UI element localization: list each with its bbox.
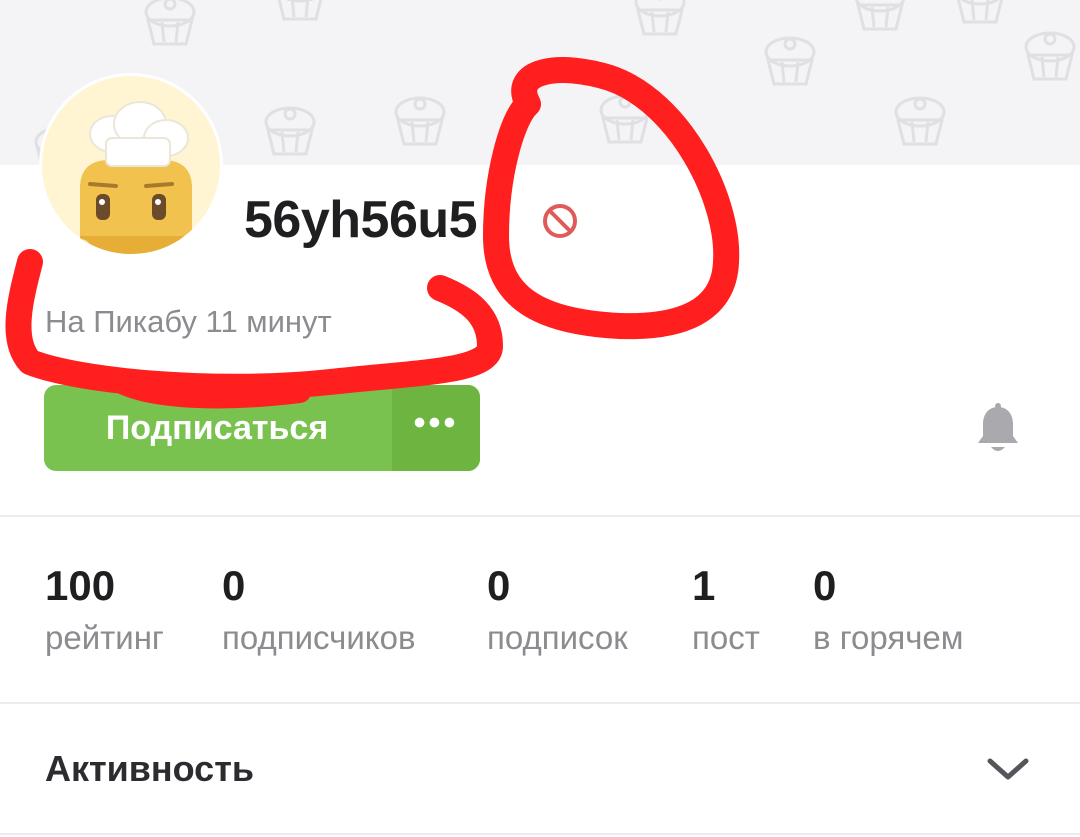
stat-label: в горячем	[813, 619, 964, 656]
stat-value: 0	[813, 562, 837, 609]
divider	[0, 515, 1080, 517]
ban-icon	[540, 201, 580, 241]
divider	[0, 702, 1080, 704]
chevron-down-icon[interactable]	[985, 755, 1031, 785]
stat-label: подписок	[487, 619, 628, 656]
more-options-button[interactable]: •••	[392, 385, 480, 471]
subscribe-button[interactable]: Подписаться	[44, 385, 390, 471]
avatar-chef-image	[42, 76, 220, 254]
activity-title: Активность	[45, 748, 254, 789]
stat-label: пост	[692, 619, 760, 656]
activity-section-header[interactable]: Активность	[0, 705, 1080, 833]
username: 56yh56u5	[244, 191, 478, 249]
stat-value: 0	[222, 562, 246, 609]
stat-rating[interactable]: 100 рейтинг	[45, 560, 164, 660]
subscribe-button-group: Подписаться •••	[44, 385, 480, 471]
stat-value: 1	[692, 562, 716, 609]
member-since: На Пикабу 11 минут	[45, 304, 332, 339]
stat-hot[interactable]: 0 в горячем	[813, 560, 963, 660]
stat-subscribers[interactable]: 0 подписчиков	[222, 560, 416, 660]
divider	[0, 833, 1080, 835]
stat-label: рейтинг	[45, 619, 164, 656]
stat-subscriptions[interactable]: 0 подписок	[487, 560, 628, 660]
profile-page: 56yh56u5 На Пикабу 11 минут Подписаться …	[0, 0, 1080, 837]
stat-value: 0	[487, 562, 511, 609]
stat-posts[interactable]: 1 пост	[692, 560, 760, 660]
bell-icon[interactable]	[974, 403, 1022, 455]
stat-value: 100	[45, 562, 116, 609]
avatar[interactable]	[42, 76, 220, 254]
stat-label: подписчиков	[222, 619, 416, 656]
